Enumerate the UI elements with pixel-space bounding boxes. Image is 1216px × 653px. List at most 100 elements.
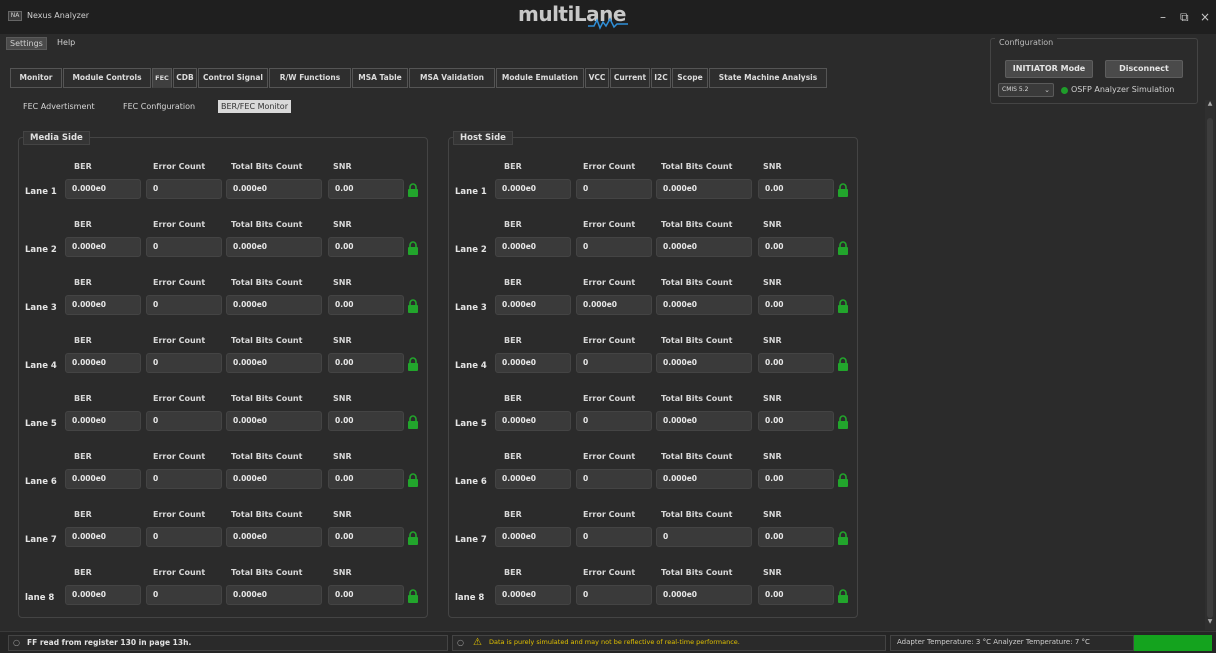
cmis-version-select[interactable]: CMIS 5.2 ⌄ — [998, 83, 1054, 97]
warning-icon: ⚠ — [473, 637, 482, 648]
header-total-bits: Total Bits Count — [661, 336, 733, 345]
restore-button[interactable]: ⧉ — [1180, 10, 1189, 25]
tab-current[interactable]: Current — [610, 68, 650, 88]
header-error-count: Error Count — [153, 220, 206, 229]
lock-icon — [408, 241, 418, 255]
tab-fec[interactable]: FEC — [152, 68, 172, 88]
header-error-count: Error Count — [583, 510, 636, 519]
status-led-icon — [1061, 87, 1068, 94]
header-snr: SNR — [763, 336, 782, 345]
menu-settings[interactable]: Settings — [6, 37, 47, 50]
header-ber: BER — [74, 394, 92, 403]
header-total-bits: Total Bits Count — [661, 510, 733, 519]
tab-cdb[interactable]: CDB — [173, 68, 197, 88]
header-error-count: Error Count — [153, 510, 206, 519]
menu-help[interactable]: Help — [54, 37, 78, 48]
header-total-bits: Total Bits Count — [231, 394, 303, 403]
header-snr: SNR — [333, 278, 352, 287]
lane-label: lane 8 — [455, 593, 485, 603]
header-error-count: Error Count — [583, 452, 636, 461]
lock-icon — [408, 299, 418, 313]
header-snr: SNR — [763, 220, 782, 229]
disconnect-button[interactable]: Disconnect — [1105, 60, 1183, 78]
subtab-fec-configuration[interactable]: FEC Configuration — [120, 100, 198, 113]
tab-msa-table[interactable]: MSA Table — [352, 68, 408, 88]
title-bar: NA Nexus Analyzer multiLane – ⧉ × — [0, 0, 1216, 34]
header-error-count: Error Count — [153, 394, 206, 403]
main-tab-bar: Monitor Module Controls FEC CDB Control Sign… — [10, 68, 890, 88]
status-log-text: FF read from register 130 in page 13h. — [27, 638, 192, 647]
close-button[interactable]: × — [1200, 10, 1210, 24]
header-snr: SNR — [333, 336, 352, 345]
header-ber: BER — [74, 336, 92, 345]
initiator-mode-button[interactable]: INITIATOR Mode — [1005, 60, 1093, 78]
header-ber: BER — [504, 278, 522, 287]
header-error-count: Error Count — [153, 278, 206, 287]
header-error-count: Error Count — [583, 336, 636, 345]
subtab-fec-advertisment[interactable]: FEC Advertisment — [20, 100, 98, 113]
tab-r-w-functions[interactable]: R/W Functions — [269, 68, 351, 88]
scroll-thumb[interactable] — [1207, 118, 1213, 618]
header-error-count: Error Count — [153, 162, 206, 171]
scroll-up-icon[interactable]: ▲ — [1205, 100, 1215, 110]
status-bar: ○ FF read from register 130 in page 13h.… — [0, 631, 1216, 653]
lock-icon — [408, 357, 418, 371]
tab-state-machine-analysis[interactable]: State Machine Analysis — [709, 68, 827, 88]
host-lane-row: BER Error Count Total Bits Count SNR Lane 70… — [449, 486, 859, 547]
subtab-ber-fec-monitor[interactable]: BER/FEC Monitor — [218, 100, 291, 113]
window-title: Nexus Analyzer — [27, 11, 90, 20]
log-radio-icon: ○ — [13, 638, 20, 647]
tab-control-signal[interactable]: Control Signal — [198, 68, 268, 88]
simulation-label: OSFP Analyzer Simulation — [1071, 85, 1175, 94]
errors-field[interactable]: 0 — [576, 585, 652, 605]
lane-label: lane 8 — [25, 593, 55, 603]
chevron-down-icon: ⌄ — [1044, 86, 1050, 94]
header-ber: BER — [504, 510, 522, 519]
media-lane-row: BER Error Count Total Bits Count SNR Lane 50… — [19, 370, 429, 431]
header-ber: BER — [74, 278, 92, 287]
host-lane-rows: BER Error Count Total Bits Count SNR Lane 10… — [449, 138, 859, 619]
lock-icon — [838, 589, 848, 603]
total-bits-field[interactable]: 0.000e0 — [226, 585, 322, 605]
host-lane-row: BER Error Count Total Bits Count SNR lane 8 0… — [449, 544, 859, 605]
header-error-count: Error Count — [153, 452, 206, 461]
header-ber: BER — [74, 452, 92, 461]
tab-module-controls[interactable]: Module Controls — [63, 68, 151, 88]
lock-icon — [838, 473, 848, 487]
media-side-group: Media Side BER Error Count Total Bits Coun… — [18, 131, 429, 619]
tab-msa-validation[interactable]: MSA Validation — [409, 68, 495, 88]
header-snr: SNR — [333, 162, 352, 171]
menu-bar: Settings Help — [0, 34, 960, 52]
errors-field[interactable]: 0 — [146, 585, 222, 605]
lock-icon — [408, 589, 418, 603]
header-ber: BER — [74, 568, 92, 577]
minimize-button[interactable]: – — [1160, 10, 1166, 24]
media-lane-row: BER Error Count Total Bits Count SNR lane 8 0… — [19, 544, 429, 605]
status-warning-cell: ○ ⚠ Data is purely simulated and may not… — [452, 635, 886, 651]
vertical-scrollbar[interactable]: ▲ ▼ — [1205, 100, 1215, 630]
configuration-title: Configuration — [995, 37, 1058, 48]
scroll-down-icon[interactable]: ▼ — [1205, 618, 1215, 628]
media-lane-row: BER Error Count Total Bits Count SNR Lane 60… — [19, 428, 429, 489]
tab-module-emulation[interactable]: Module Emulation — [496, 68, 584, 88]
media-lane-row: BER Error Count Total Bits Count SNR Lane 10… — [19, 138, 429, 199]
tab-scope[interactable]: Scope — [672, 68, 708, 88]
header-total-bits: Total Bits Count — [661, 568, 733, 577]
header-total-bits: Total Bits Count — [231, 510, 303, 519]
snr-field[interactable]: 0.00 — [758, 585, 834, 605]
snr-field[interactable]: 0.00 — [328, 585, 404, 605]
header-total-bits: Total Bits Count — [661, 220, 733, 229]
tab-vcc[interactable]: VCC — [585, 68, 609, 88]
ber-field[interactable]: 0.000e0 — [495, 585, 571, 605]
header-ber: BER — [504, 162, 522, 171]
lock-icon — [838, 299, 848, 313]
header-total-bits: Total Bits Count — [231, 278, 303, 287]
media-lane-rows: BER Error Count Total Bits Count SNR Lane 10… — [19, 138, 429, 619]
lock-icon — [838, 241, 848, 255]
tab-monitor[interactable]: Monitor — [10, 68, 62, 88]
header-error-count: Error Count — [153, 568, 206, 577]
ber-field[interactable]: 0.000e0 — [65, 585, 141, 605]
tab-i2c[interactable]: I2C — [651, 68, 671, 88]
total-bits-field[interactable]: 0.000e0 — [656, 585, 752, 605]
lock-icon — [408, 415, 418, 429]
